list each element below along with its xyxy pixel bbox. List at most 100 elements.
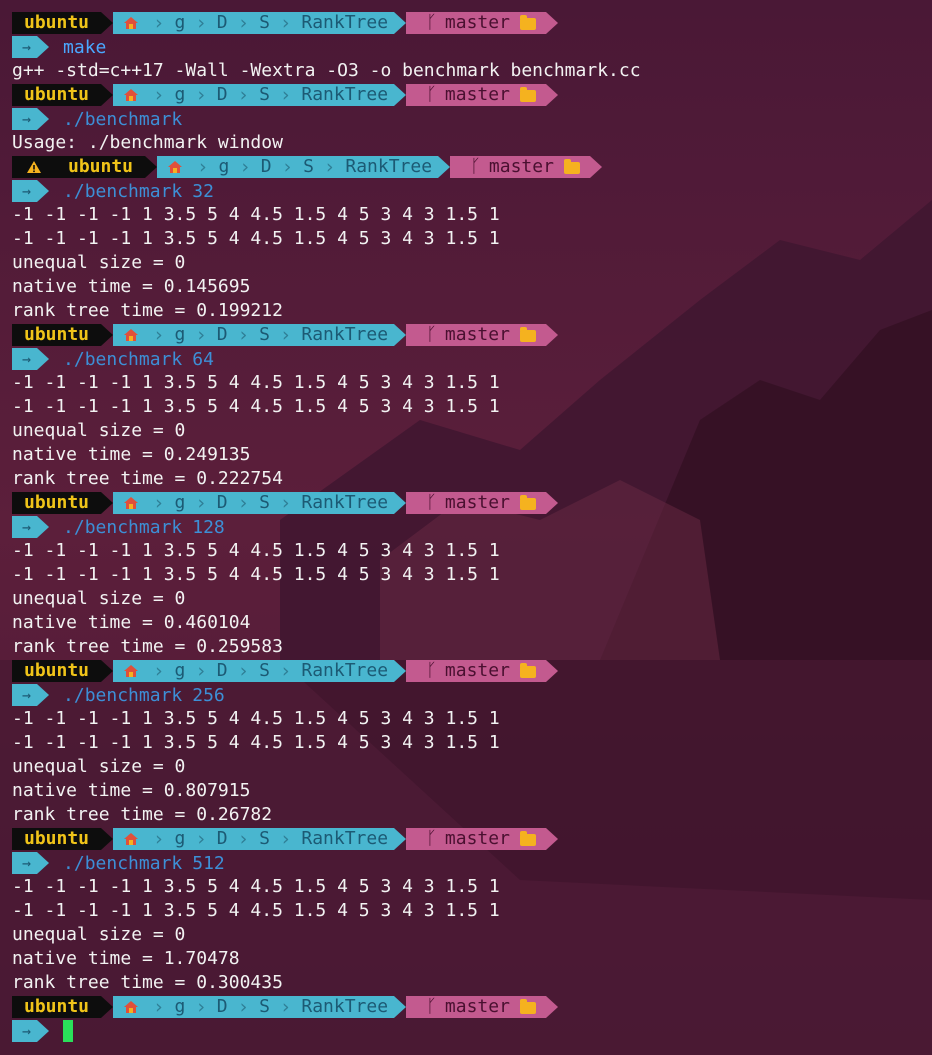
git-branch-name: master [444,996,510,1017]
prompt-bar: ubuntu › g › D › S › RankTree ᚴ master [0,995,932,1019]
path-segment: S [303,156,314,177]
prompt-user: ubuntu [12,84,102,106]
output-line: native time = 1.70478 [12,948,240,969]
folder-icon [519,87,536,102]
command-arg: 64 [192,348,214,370]
prompt-git: ᚴ master [406,660,546,682]
path-segment: S [259,12,270,33]
path-segment: RankTree [301,492,389,513]
path-segment: g [174,996,186,1017]
git-branch-name: master [444,324,510,345]
path-segment: D [260,156,272,177]
prompt-user: ubuntu [56,156,146,178]
prompt-path: › g › D › S › RankTree [157,156,439,178]
path-segment: D [216,84,228,105]
prompt-git: ᚴ master [406,828,546,850]
command-arg: 512 [192,852,225,874]
command-line: → make [0,35,932,59]
home-icon [124,1001,139,1013]
prompt-path: › g › D › S › RankTree [113,660,395,682]
path-segment: g [174,828,186,849]
output-line: g++ -std=c++17 -Wall -Wextra -O3 -o benc… [12,60,641,81]
prompt-path: › g › D › S › RankTree [113,492,395,514]
prompt-bar: ubuntu › g › D › S › RankTree ᚴ master [0,155,932,179]
path-segment: RankTree [301,828,389,849]
git-branch-icon: ᚴ [426,324,437,345]
command-line: → ./benchmark 256 [0,683,932,707]
prompt-bar: ubuntu › g › D › S › RankTree ᚴ master [0,83,932,107]
home-icon [124,833,139,845]
git-branch-name: master [488,156,554,177]
output-line: unequal size = 0 [12,588,186,609]
git-branch-name: master [444,828,510,849]
path-segment: RankTree [301,996,389,1017]
path-segment: g [174,492,186,513]
path-segment: S [259,84,270,105]
output-line: -1 -1 -1 -1 1 3.5 5 4 4.5 1.5 4 5 3 4 3 … [12,228,500,249]
folder-icon [519,999,536,1014]
path-segment: g [174,12,186,33]
command: make [63,36,107,58]
arrow-icon: → [12,516,38,538]
git-branch-name: master [444,84,510,105]
folder-icon [519,495,536,510]
folder-icon [519,15,536,30]
command: ./benchmark [63,516,183,538]
output-line: rank tree time = 0.259583 [12,636,283,657]
home-icon [124,497,139,509]
output-line: -1 -1 -1 -1 1 3.5 5 4 4.5 1.5 4 5 3 4 3 … [12,372,500,393]
warning-segment [12,156,56,178]
terminal[interactable]: ubuntu › g › D › S › RankTree ᚴ master → mak… [0,0,932,1043]
folder-icon [519,831,536,846]
command-line: → ./benchmark 64 [0,347,932,371]
output-line: -1 -1 -1 -1 1 3.5 5 4 4.5 1.5 4 5 3 4 3 … [12,708,500,729]
folder-icon [519,663,536,678]
prompt-git: ᚴ master [406,12,546,34]
command: ./benchmark [63,684,183,706]
output-line: unequal size = 0 [12,924,186,945]
path-segment: g [174,324,186,345]
prompt-git: ᚴ master [406,324,546,346]
arrow-icon: → [12,684,38,706]
path-segment: RankTree [301,84,389,105]
output-line: rank tree time = 0.300435 [12,972,283,993]
text-cursor[interactable] [63,1020,74,1042]
prompt-git: ᚴ master [406,84,546,106]
output-line: rank tree time = 0.26782 [12,804,273,825]
home-icon [168,161,183,173]
command-line[interactable]: → [0,1019,932,1043]
git-branch-icon: ᚴ [426,828,437,849]
path-segment: g [174,660,186,681]
output-line: -1 -1 -1 -1 1 3.5 5 4 4.5 1.5 4 5 3 4 3 … [12,396,500,417]
prompt-git: ᚴ master [450,156,590,178]
path-segment: S [259,324,270,345]
output-line: unequal size = 0 [12,420,186,441]
command-line: → ./benchmark 128 [0,515,932,539]
path-segment: S [259,660,270,681]
output-line: Usage: ./benchmark window [12,132,283,153]
prompt-user: ubuntu [12,492,102,514]
output-line: -1 -1 -1 -1 1 3.5 5 4 4.5 1.5 4 5 3 4 3 … [12,540,500,561]
git-branch-name: master [444,660,510,681]
path-segment: S [259,996,270,1017]
folder-icon [519,327,536,342]
output-line: native time = 0.249135 [12,444,251,465]
command-line: → ./benchmark 32 [0,179,932,203]
prompt-bar: ubuntu › g › D › S › RankTree ᚴ master [0,827,932,851]
arrow-icon: → [12,348,38,370]
prompt-bar: ubuntu › g › D › S › RankTree ᚴ master [0,323,932,347]
output-line: -1 -1 -1 -1 1 3.5 5 4 4.5 1.5 4 5 3 4 3 … [12,204,500,225]
git-branch-name: master [444,12,510,33]
path-segment: RankTree [301,12,389,33]
prompt-user: ubuntu [12,12,102,34]
output-line: -1 -1 -1 -1 1 3.5 5 4 4.5 1.5 4 5 3 4 3 … [12,564,500,585]
output-line: -1 -1 -1 -1 1 3.5 5 4 4.5 1.5 4 5 3 4 3 … [12,900,500,921]
command: ./benchmark [63,108,183,130]
command-line: → ./benchmark [0,107,932,131]
prompt-path: › g › D › S › RankTree [113,12,395,34]
path-segment: D [216,828,228,849]
path-segment: D [216,12,228,33]
path-segment: g [174,84,186,105]
output-line: native time = 0.807915 [12,780,251,801]
prompt-git: ᚴ master [406,492,546,514]
